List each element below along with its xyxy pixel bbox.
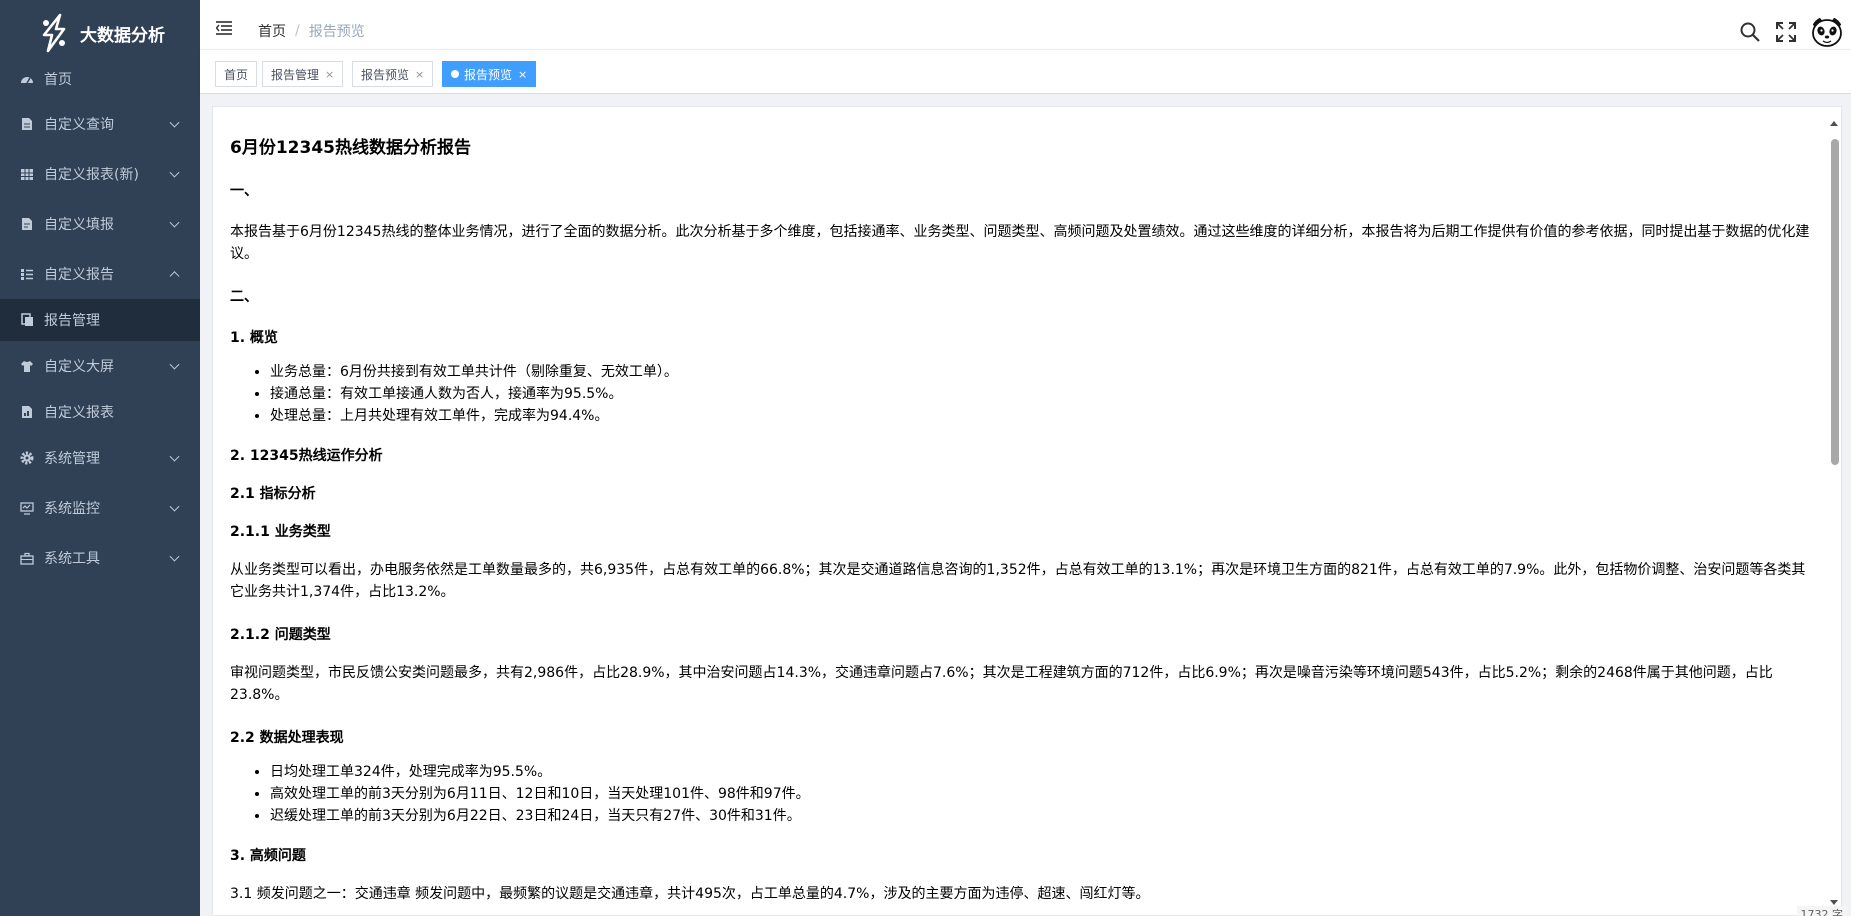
chevron-down-icon xyxy=(169,551,180,562)
frequent-issue-paragraph: 3.1 频发问题之一：交通违章 频发问题中，最频繁的议题是交通违章，共计495次… xyxy=(230,886,1150,902)
sidebar-item-custom-query[interactable]: 自定义查询 xyxy=(0,99,200,149)
section-heading-1: 一、 xyxy=(230,183,258,199)
search-icon[interactable] xyxy=(1739,21,1761,43)
sidebar-item-label: 自定义大屏 xyxy=(44,359,114,375)
overview-list: 业务总量：6月份共接到有效工单共计件（剔除重复、无效工单）。 接通总量：有效工单… xyxy=(270,361,1810,427)
chevron-down-icon xyxy=(169,117,180,128)
sidebar-item-label: 自定义报告 xyxy=(44,267,114,283)
logo-icon xyxy=(42,13,66,53)
breadcrumb-current: 报告预览 xyxy=(308,24,365,40)
sidebar-item-label: 自定义填报 xyxy=(44,217,114,233)
list-item: 迟缓处理工单的前3天分别为6月22日、23日和24日，当天只有27件、30件和3… xyxy=(270,805,1810,827)
heading-issue-type: 2.1.2 问题类型 xyxy=(230,627,331,643)
form-icon xyxy=(19,216,35,232)
sidebar-item-label: 首页 xyxy=(44,71,72,88)
sidebar-item-system-management[interactable]: 系统管理 xyxy=(0,433,200,483)
tag-label: 首页 xyxy=(224,67,249,82)
business-type-paragraph: 从业务类型可以看出，办电服务依然是工单数量最多的，共6,935件，占总有效工单的… xyxy=(230,562,1806,600)
section-heading-2: 二、 xyxy=(230,289,258,305)
table-icon xyxy=(19,166,35,182)
heading-overview: 1. 概览 xyxy=(230,330,278,346)
app-title: 大数据分析 xyxy=(80,25,165,46)
breadcrumb: 首页 / 报告预览 xyxy=(258,21,365,41)
sidebar-item-home[interactable]: 首页 xyxy=(0,66,200,91)
word-count: 1732 字 xyxy=(1796,906,1847,916)
scrollbar[interactable] xyxy=(1829,115,1839,905)
heading-frequent-issues: 3. 高频问题 xyxy=(230,848,306,864)
sidebar-item-label: 系统工具 xyxy=(44,551,100,567)
sidebar-item-system-monitor[interactable]: 系统监控 xyxy=(0,483,200,533)
list-item: 处理总量：上月共处理有效工单件，完成率为94.4%。 xyxy=(270,405,1810,427)
sidebar-item-custom-report[interactable]: 自定义报告 xyxy=(0,249,200,299)
list-item: 业务总量：6月份共接到有效工单共计件（剔除重复、无效工单）。 xyxy=(270,361,1810,383)
chevron-down-icon xyxy=(169,451,180,462)
list-item: 高效处理工单的前3天分别为6月11日、12日和10日，当天处理101件、98件和… xyxy=(270,783,1810,805)
avatar[interactable] xyxy=(1811,16,1843,48)
tag-home[interactable]: 首页 xyxy=(215,61,258,87)
processing-list: 日均处理工单324件，处理完成率为95.5%。 高效处理工单的前3天分别为6月1… xyxy=(270,761,1810,827)
sidebar-item-custom-fill[interactable]: 自定义填报 xyxy=(0,199,200,249)
main-content: 6月份12345热线数据分析报告 一、 本报告基于6月份12345热线的整体业务… xyxy=(200,94,1851,916)
sidebar-item-custom-report-legacy[interactable]: 自定义报表 xyxy=(0,391,200,433)
heading-hotline-ops: 2. 12345热线运作分析 xyxy=(230,448,383,464)
scroll-up-icon[interactable] xyxy=(1830,121,1838,126)
list-item: 日均处理工单324件，处理完成率为95.5%。 xyxy=(270,761,1810,783)
monitor-icon xyxy=(19,500,35,516)
tag-report-preview[interactable]: 报告预览 × xyxy=(352,61,434,87)
tags-view: 首页 报告管理 × 报告预览 × 报告预览 × xyxy=(200,50,1851,94)
scroll-thumb[interactable] xyxy=(1831,139,1839,465)
sidebar-item-custom-report-new[interactable]: 自定义报表(新) xyxy=(0,149,200,199)
sidebar-item-report-management[interactable]: 报告管理 xyxy=(0,299,200,341)
list-item: 接通总量：有效工单接通人数为否人，接通率为95.5%。 xyxy=(270,383,1810,405)
shirt-icon xyxy=(19,358,35,374)
active-dot-icon xyxy=(451,70,459,78)
logo[interactable]: 大数据分析 xyxy=(0,0,200,66)
chevron-down-icon xyxy=(169,167,180,178)
hamburger-icon[interactable] xyxy=(216,21,234,35)
sidebar-item-label: 自定义查询 xyxy=(44,117,114,133)
sidebar-item-label: 自定义报表(新) xyxy=(44,167,139,183)
sidebar-item-custom-bigscreen[interactable]: 自定义大屏 xyxy=(0,341,200,391)
toolbox-icon xyxy=(19,550,35,566)
close-icon[interactable]: × xyxy=(325,68,334,81)
document-icon xyxy=(19,116,35,132)
tag-report-preview-active[interactable]: 报告预览 × xyxy=(442,61,537,87)
navbar: 首页 / 报告预览 xyxy=(200,0,1851,50)
intro-paragraph: 本报告基于6月份12345热线的整体业务情况，进行了全面的数据分析。此次分析基于… xyxy=(230,224,1810,262)
heading-processing: 2.2 数据处理表现 xyxy=(230,730,344,746)
heading-metrics: 2.1 指标分析 xyxy=(230,486,316,502)
chevron-down-icon xyxy=(169,501,180,512)
copy-icon xyxy=(19,312,35,328)
chevron-up-icon xyxy=(169,271,180,282)
heading-business-type: 2.1.1 业务类型 xyxy=(230,524,331,540)
sidebar-item-system-tools[interactable]: 系统工具 xyxy=(0,533,200,583)
sidebar-item-label: 报告管理 xyxy=(44,313,100,329)
report-icon xyxy=(19,404,35,420)
report-preview-frame: 6月份12345热线数据分析报告 一、 本报告基于6月份12345热线的整体业务… xyxy=(212,106,1842,916)
sidebar-item-label: 自定义报表 xyxy=(44,405,114,421)
tag-label: 报告管理 xyxy=(271,67,320,82)
fullscreen-icon[interactable] xyxy=(1775,21,1797,43)
scroll-down-icon[interactable] xyxy=(1830,900,1838,905)
close-icon[interactable]: × xyxy=(518,68,527,81)
tag-label: 报告预览 xyxy=(464,67,513,82)
close-icon[interactable]: × xyxy=(415,68,424,81)
report-title: 6月份12345热线数据分析报告 xyxy=(230,138,471,158)
breadcrumb-separator: / xyxy=(295,23,300,39)
dashboard-icon xyxy=(19,71,35,87)
tag-report-management[interactable]: 报告管理 × xyxy=(262,61,344,87)
chevron-down-icon xyxy=(169,359,180,370)
sidebar: 大数据分析 首页 自定义查询 自定义报表(新) 自定义填报 自定义报告 报告管理… xyxy=(0,0,200,916)
list-icon xyxy=(19,266,35,282)
chevron-down-icon xyxy=(169,217,180,228)
issue-type-paragraph: 审视问题类型，市民反馈公安类问题最多，共有2,986件，占比28.9%，其中治安… xyxy=(230,665,1773,703)
sidebar-item-label: 系统管理 xyxy=(44,451,100,467)
report-document: 6月份12345热线数据分析报告 一、 本报告基于6月份12345热线的整体业务… xyxy=(230,107,1810,915)
breadcrumb-home[interactable]: 首页 xyxy=(258,21,286,41)
tag-label: 报告预览 xyxy=(361,67,410,82)
navbar-right xyxy=(1739,14,1851,50)
gear-icon xyxy=(19,450,35,466)
sidebar-item-label: 系统监控 xyxy=(44,501,100,517)
